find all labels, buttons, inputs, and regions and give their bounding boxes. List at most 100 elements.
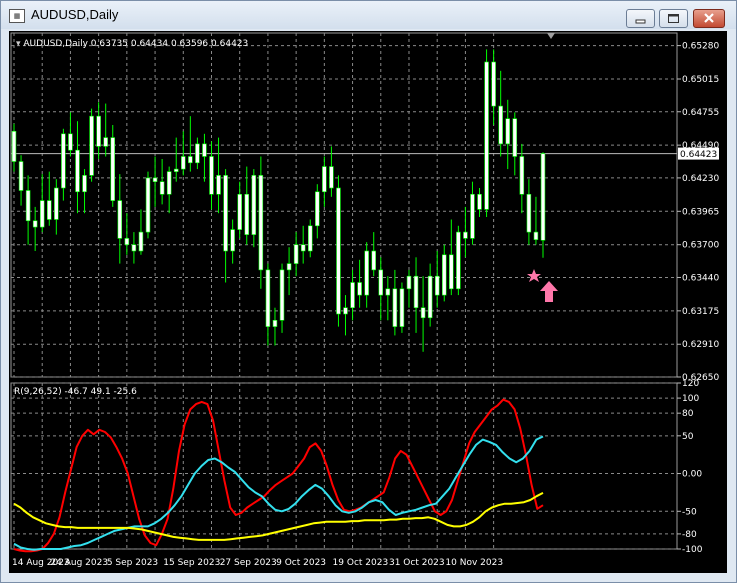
- candle-body: [385, 288, 391, 296]
- candle[interactable]: [442, 244, 447, 302]
- candle-body: [378, 269, 384, 296]
- candle[interactable]: [470, 181, 475, 245]
- candle-body: [526, 193, 532, 233]
- candle[interactable]: [491, 49, 496, 125]
- candle[interactable]: [413, 257, 419, 333]
- candle[interactable]: [209, 141, 214, 210]
- candle[interactable]: [75, 121, 80, 214]
- candle[interactable]: [427, 263, 433, 327]
- candle[interactable]: [18, 155, 24, 206]
- candle-body: [166, 171, 172, 195]
- time-tick-label: 24 Aug 2023: [50, 558, 108, 568]
- candle[interactable]: [173, 137, 179, 182]
- candle-body: [484, 61, 489, 210]
- candle[interactable]: [223, 169, 228, 283]
- candle[interactable]: [420, 276, 426, 352]
- candle-body: [75, 149, 80, 193]
- candle[interactable]: [265, 263, 271, 346]
- candle[interactable]: [286, 247, 292, 296]
- candle[interactable]: [526, 179, 532, 245]
- candle[interactable]: [449, 219, 454, 296]
- candle[interactable]: [230, 219, 235, 264]
- candle-body: [61, 133, 66, 189]
- candle[interactable]: [54, 179, 59, 235]
- candle[interactable]: [484, 49, 489, 217]
- candle[interactable]: [166, 166, 172, 214]
- candle[interactable]: [39, 174, 45, 233]
- candle[interactable]: [251, 169, 257, 248]
- candle[interactable]: [392, 269, 398, 336]
- chart-area[interactable]: 0.65280 0.65015 0.64755 0.64490 0.64230 0.639…: [9, 31, 727, 573]
- candle[interactable]: [385, 276, 391, 321]
- candle[interactable]: [406, 269, 412, 308]
- candle[interactable]: [371, 232, 376, 277]
- candle[interactable]: [512, 112, 518, 176]
- candle[interactable]: [322, 156, 327, 207]
- candle[interactable]: [82, 169, 87, 214]
- candle[interactable]: [25, 175, 31, 245]
- candle[interactable]: [505, 99, 510, 170]
- title-bar[interactable]: ▦ AUDUSD,Daily: [1, 1, 736, 29]
- candle-body: [181, 156, 186, 170]
- candle[interactable]: [68, 112, 73, 157]
- candle[interactable]: [258, 156, 264, 289]
- candle[interactable]: [279, 263, 285, 333]
- price-tick-label: 0.63700: [682, 241, 719, 251]
- maximize-icon: [668, 14, 679, 23]
- candle[interactable]: [456, 225, 461, 296]
- candle[interactable]: [61, 128, 66, 201]
- candle[interactable]: [336, 175, 341, 327]
- candle[interactable]: [364, 242, 369, 308]
- star-icon: [527, 269, 541, 282]
- candle[interactable]: [399, 282, 405, 333]
- minimize-button[interactable]: [626, 9, 655, 28]
- candle[interactable]: [315, 184, 320, 239]
- candle[interactable]: [272, 307, 278, 346]
- candle-body: [420, 307, 426, 319]
- time-tick-label: 31 Oct 2023: [389, 558, 445, 568]
- time-tick-label: 15 Sep 2023: [163, 558, 220, 568]
- candle[interactable]: [145, 171, 151, 239]
- candle-body: [124, 238, 130, 245]
- candle[interactable]: [117, 174, 123, 264]
- candle[interactable]: [47, 171, 52, 226]
- candle[interactable]: [110, 124, 115, 207]
- candle[interactable]: [202, 133, 207, 182]
- candle-body: [505, 118, 510, 145]
- candle[interactable]: [293, 232, 299, 277]
- maximize-button[interactable]: [659, 9, 688, 28]
- candle[interactable]: [540, 152, 546, 258]
- candle-body: [427, 275, 433, 319]
- candle[interactable]: [131, 232, 137, 264]
- candle[interactable]: [216, 137, 221, 214]
- candle[interactable]: [519, 143, 525, 214]
- price-tick-label: 0.64755: [682, 108, 719, 118]
- candle[interactable]: [498, 70, 503, 157]
- candle[interactable]: [138, 209, 144, 255]
- time-tick-label: 5 Sep 2023: [107, 558, 158, 568]
- candle[interactable]: [11, 123, 17, 172]
- candle[interactable]: [533, 196, 539, 245]
- candle[interactable]: [237, 181, 242, 239]
- candle-body: [477, 193, 482, 210]
- candle[interactable]: [124, 213, 130, 255]
- candle[interactable]: [89, 108, 94, 182]
- candle[interactable]: [434, 250, 440, 308]
- chart-canvas[interactable]: 0.652800.650150.647550.644900.642300.639…: [9, 31, 727, 573]
- candle[interactable]: [96, 102, 101, 160]
- price-tick-label: 0.63175: [682, 307, 719, 317]
- candle[interactable]: [152, 156, 158, 207]
- chart-shift-marker[interactable]: [547, 33, 555, 39]
- candle[interactable]: [477, 187, 482, 217]
- candle[interactable]: [300, 225, 306, 264]
- candle-body: [11, 130, 17, 162]
- current-price-text: 0.64423: [680, 150, 717, 160]
- candle[interactable]: [343, 295, 348, 336]
- candle[interactable]: [159, 159, 165, 205]
- candle[interactable]: [463, 206, 468, 258]
- candle[interactable]: [357, 259, 362, 308]
- candle[interactable]: [195, 137, 200, 170]
- close-button[interactable]: [693, 9, 725, 28]
- candle[interactable]: [188, 116, 193, 172]
- candle[interactable]: [308, 219, 313, 258]
